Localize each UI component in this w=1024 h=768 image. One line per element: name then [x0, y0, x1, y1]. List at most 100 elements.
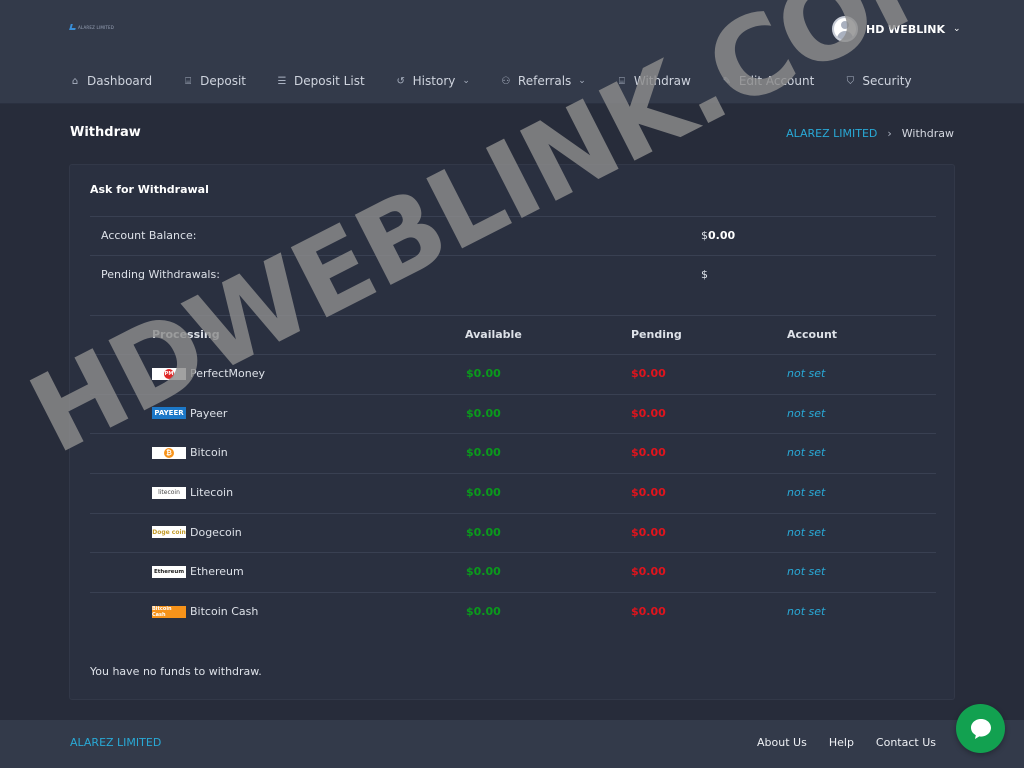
pending-amount: $0.00 — [631, 406, 666, 420]
chevron-down-icon: ⌄ — [953, 24, 961, 34]
nav-history[interactable]: ↺ History ⌄ — [396, 72, 470, 90]
chat-button[interactable] — [956, 704, 1005, 753]
home-icon: ⌂ — [71, 75, 79, 87]
user-menu[interactable]: HD WEBLINK ⌄ — [832, 16, 961, 42]
nav-edit-account[interactable]: ✎ Edit Account — [722, 72, 815, 90]
nav-label: Dashboard — [87, 74, 153, 88]
user-name: HD WEBLINK — [866, 22, 946, 36]
nav-withdraw[interactable]: ⌸ Withdraw — [617, 72, 691, 90]
processor-cell: ₿ Bitcoin — [152, 446, 228, 459]
account-not-set-link[interactable]: not set — [787, 407, 825, 420]
col-pending: Pending — [631, 328, 682, 341]
ethereum-icon: Ethereum — [152, 565, 186, 578]
processor-cell: Ethereum Ethereum — [152, 565, 244, 578]
card-title: Ask for Withdrawal — [90, 183, 209, 196]
footer-help-link[interactable]: Help — [829, 736, 854, 749]
nav-label: Edit Account — [738, 74, 815, 88]
processor-cell: PM PerfectMoney — [152, 367, 265, 380]
col-account: Account — [787, 328, 838, 341]
account-not-set-link[interactable]: not set — [787, 605, 825, 618]
account-not-set-link[interactable]: not set — [787, 526, 825, 539]
table-row: Ethereum Ethereum $0.00 $0.00 not set — [90, 552, 936, 592]
list-icon: ☰ — [277, 75, 287, 87]
nav-referrals[interactable]: ⚇ Referrals ⌄ — [501, 72, 586, 90]
user-edit-icon: ✎ — [722, 75, 731, 87]
processor-name: Bitcoin Cash — [190, 605, 259, 619]
processor-cell: litecoin Litecoin — [152, 486, 233, 499]
account-balance-row: Account Balance: $0.00 — [90, 216, 936, 255]
available-amount: $0.00 — [466, 605, 501, 619]
col-processing: Processing — [152, 328, 220, 341]
breadcrumb-separator: › — [887, 127, 892, 140]
nav-deposit[interactable]: ⌸ Deposit — [183, 72, 246, 90]
processor-name: Dogecoin — [190, 525, 242, 539]
bitcoin-cash-icon: Bitcoin Cash — [152, 605, 186, 618]
available-amount: $0.00 — [466, 446, 501, 460]
processor-cell: Bitcoin Cash Bitcoin Cash — [152, 605, 258, 618]
processor-name: Payeer — [190, 406, 228, 420]
nav-label: Security — [862, 74, 912, 88]
currency-symbol: $ — [701, 229, 708, 242]
bank-icon: ⌸ — [185, 75, 192, 87]
processor-cell: PAYEER Payeer — [152, 407, 227, 420]
nav-label: Deposit List — [293, 74, 365, 88]
footer-brand-link[interactable]: ALAREZ LIMITED — [70, 736, 161, 749]
pending-amount: $0.00 — [631, 446, 666, 460]
table-header: Processing Available Pending Account — [90, 315, 936, 354]
account-not-set-link[interactable]: not set — [787, 486, 825, 499]
no-funds-message: You have no funds to withdraw. — [90, 665, 262, 678]
nav-label: History — [412, 74, 456, 88]
processors-table: Processing Available Pending Account PM … — [90, 315, 936, 632]
processor-cell: Doge coin Dogecoin — [152, 526, 242, 539]
processor-name: PerfectMoney — [190, 367, 266, 380]
pending-amount: $0.00 — [631, 367, 666, 380]
account-not-set-link[interactable]: not set — [787, 446, 825, 459]
logo-mark-icon — [69, 24, 77, 30]
page-title: Withdraw — [70, 125, 141, 140]
bitcoin-icon: ₿ — [152, 446, 186, 459]
pending-amount: $0.00 — [631, 525, 666, 539]
payeer-icon: PAYEER — [152, 407, 186, 420]
chevron-down-icon: ⌄ — [462, 76, 470, 86]
account-balance-label: Account Balance: — [101, 229, 197, 242]
perfectmoney-icon: PM — [152, 367, 186, 380]
nav-label: Referrals — [517, 74, 572, 88]
logo-text: ALAREZ LIMITED — [78, 24, 115, 30]
chevron-down-icon: ⌄ — [578, 76, 586, 86]
breadcrumb-home-link[interactable]: ALAREZ LIMITED — [786, 127, 877, 140]
pending-withdrawals-row: Pending Withdrawals: $ — [90, 255, 936, 294]
balance-amount: 0.00 — [708, 229, 736, 242]
nav-dashboard[interactable]: ⌂ Dashboard — [70, 72, 152, 90]
bank-icon: ⌸ — [618, 75, 625, 87]
pending-withdrawals-label: Pending Withdrawals: — [101, 268, 220, 281]
account-not-set-link[interactable]: not set — [787, 565, 825, 578]
footer-contact-link[interactable]: Contact Us — [876, 736, 936, 749]
site-logo[interactable]: ALAREZ LIMITED — [69, 24, 115, 30]
nav-deposit-list[interactable]: ☰ Deposit List — [277, 72, 365, 90]
nav-security[interactable]: ⛉ Security — [845, 72, 912, 90]
chat-bubble-icon — [970, 718, 991, 739]
pm-badge: PM — [164, 368, 174, 379]
table-row: Bitcoin Cash Bitcoin Cash $0.00 $0.00 no… — [90, 592, 936, 632]
avatar — [832, 16, 858, 42]
table-row: ₿ Bitcoin $0.00 $0.00 not set — [90, 433, 936, 473]
pending-amount: $0.00 — [631, 486, 666, 500]
available-amount: $0.00 — [466, 406, 501, 420]
shield-icon: ⛉ — [846, 75, 855, 87]
main-nav: ⌂ Dashboard ⌸ Deposit ☰ Deposit List ↺ H… — [70, 72, 943, 90]
table-row: litecoin Litecoin $0.00 $0.00 not set — [90, 473, 936, 513]
processor-name: Ethereum — [190, 565, 244, 579]
breadcrumb: ALAREZ LIMITED › Withdraw — [786, 127, 954, 140]
litecoin-icon: litecoin — [152, 486, 186, 499]
nav-label: Deposit — [200, 74, 246, 88]
footer-about-link[interactable]: About Us — [757, 736, 807, 749]
table-row: PM PerfectMoney $0.00 $0.00 not set — [90, 354, 936, 394]
pending-amount: $0.00 — [631, 605, 666, 619]
processor-name: Bitcoin — [190, 446, 228, 460]
pending-amount: $0.00 — [631, 565, 666, 579]
col-available: Available — [465, 328, 522, 341]
table-row: Doge coin Dogecoin $0.00 $0.00 not set — [90, 512, 936, 553]
pending-withdrawals-value: $ — [701, 268, 708, 281]
account-not-set-link[interactable]: not set — [787, 367, 825, 380]
table-row: PAYEER Payeer $0.00 $0.00 not set — [90, 393, 936, 434]
